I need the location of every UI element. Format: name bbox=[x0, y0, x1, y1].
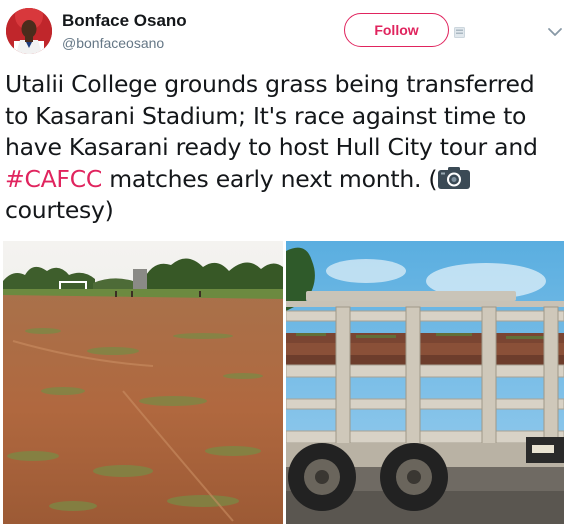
tweet-line: Utalii College grounds grass being trans… bbox=[5, 70, 535, 98]
avatar[interactable] bbox=[6, 8, 52, 54]
hashtag-link[interactable]: #CAFCC bbox=[5, 165, 102, 193]
tweet-line: courtesy) bbox=[5, 196, 114, 224]
tweet-line: have Kasarani ready to host Hull City to… bbox=[5, 133, 538, 161]
tweet-card: Bonface Osano @bonfaceosano Follow Utali… bbox=[0, 0, 573, 529]
user-handle[interactable]: @bonfaceosano bbox=[62, 35, 164, 51]
tweet-line-text: matches early next month. ( bbox=[102, 164, 438, 193]
photo-field[interactable] bbox=[3, 241, 283, 524]
chevron-down-icon[interactable] bbox=[547, 26, 563, 38]
tweet-line: #CAFCC matches early next month. ( bbox=[5, 164, 570, 196]
follow-button[interactable]: Follow bbox=[344, 13, 449, 47]
camera-icon bbox=[438, 166, 471, 189]
photo-truck[interactable] bbox=[286, 241, 564, 524]
card-icon bbox=[454, 27, 465, 38]
user-name[interactable]: Bonface Osano bbox=[62, 11, 187, 31]
tweet-line: to Kasarani Stadium; It's race against t… bbox=[5, 101, 527, 130]
tweet-text: Utalii College grounds grass being trans… bbox=[5, 69, 570, 227]
